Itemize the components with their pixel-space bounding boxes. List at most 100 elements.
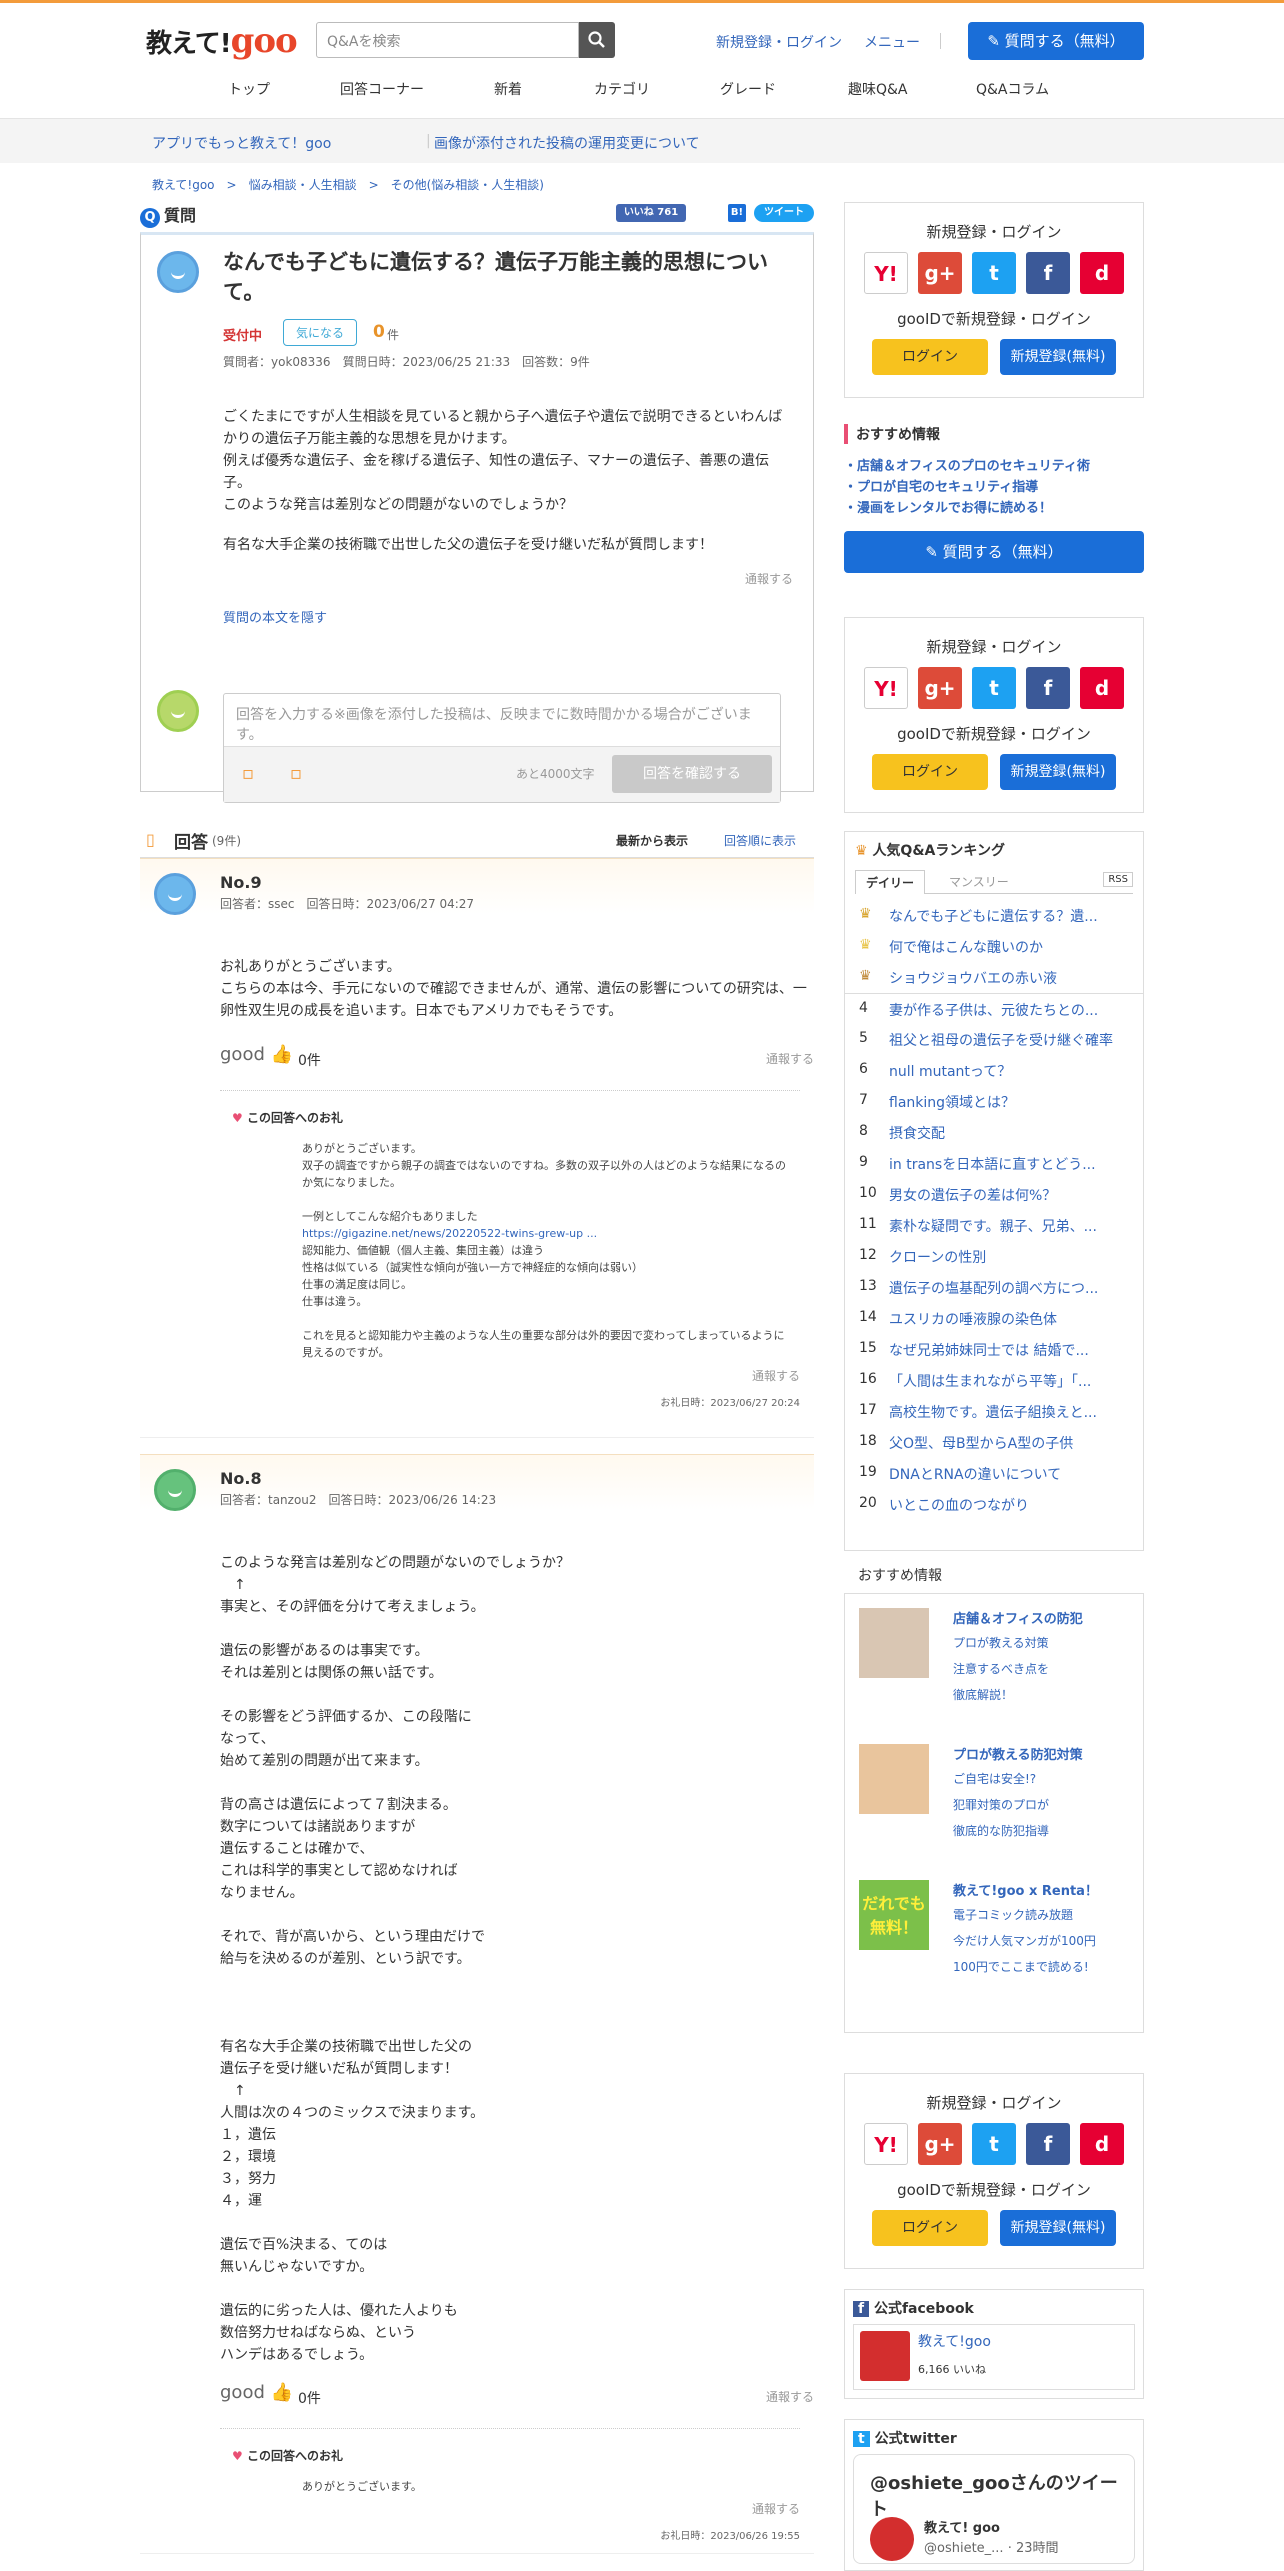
answer-line: １，遺伝 <box>220 2127 276 2143</box>
notice-link[interactable]: 画像が添付された投稿の運用変更について <box>434 133 700 153</box>
nav-top[interactable]: トップ <box>228 79 270 99</box>
ranking-item[interactable]: 6 null mutantって？ <box>845 1055 1143 1086</box>
app-link[interactable]: アプリでもっと教えて！goo <box>152 133 331 153</box>
ranking-item[interactable]: 13 遺伝子の塩基配列の調べ方につ... <box>845 1272 1143 1303</box>
reply-textarea[interactable]: 回答を入力する※画像を添付した投稿は、反映までに数時間かかる場合がございます。 <box>224 694 780 746</box>
emoji-icon[interactable]: ▫ <box>290 763 302 784</box>
recommend-item[interactable]: ・プロが自宅のセキュリティ指導 <box>844 477 1144 498</box>
docomo-login-icon[interactable]: d <box>1080 667 1124 709</box>
tab-monthly[interactable]: マンスリー <box>939 870 1019 893</box>
ask-question-button[interactable]: ✎ 質問する（無料） <box>968 22 1144 60</box>
answer-line: ↑ <box>220 2083 246 2099</box>
user-avatar <box>157 690 199 732</box>
photo <box>859 1744 929 1814</box>
nav-category[interactable]: カテゴリ <box>594 79 650 99</box>
thanks-link[interactable]: https://gigazine.net/news/20220522-twins… <box>302 1225 794 1242</box>
nav-answer[interactable]: 回答コーナー <box>340 79 424 99</box>
nav-new[interactable]: 新着 <box>494 79 522 99</box>
tweet-button[interactable]: ツイート <box>754 204 814 222</box>
report-link[interactable]: 通報する <box>766 1050 814 1067</box>
watch-button[interactable]: 気になる <box>283 319 358 346</box>
google-login-icon[interactable]: g+ <box>918 667 962 709</box>
confirm-answer-button[interactable]: 回答を確認する <box>612 755 772 793</box>
ranking-item[interactable]: 14 ユスリカの唾液腺の染色体 <box>845 1303 1143 1334</box>
recommend2-card: 店舗＆オフィスの防犯 プロが教える対策 注意するべき点を 徹底解説！ プロが教え… <box>844 1593 1144 2033</box>
docomo-login-icon[interactable]: d <box>1080 252 1124 294</box>
login-button[interactable]: ログイン <box>872 339 988 375</box>
report-link[interactable]: 通報する <box>140 2500 800 2517</box>
side-ask-button[interactable]: ✎ 質問する（無料） <box>844 531 1144 573</box>
ranking-item[interactable]: 19 DNAとRNAの違いについて <box>845 1458 1143 1489</box>
recommend-item[interactable]: ・漫画をレンタルでお得に読める！ <box>844 498 1144 519</box>
breadcrumb[interactable]: 教えて!goo > 悩み相談・人生相談 > その他(悩み相談・人生相談) <box>152 176 544 193</box>
recommend2-item[interactable]: 店舗＆オフィスの防犯 プロが教える対策 注意するべき点を 徹底解説！ <box>845 1594 1143 1730</box>
yahoo-login-icon[interactable]: Y! <box>864 252 908 294</box>
facebook-login-icon[interactable]: f <box>1026 667 1070 709</box>
ranking-item[interactable]: 15 なぜ兄弟姉妹同士では 結婚で... <box>845 1334 1143 1365</box>
gooid-text: gooIDで新規登録・ログイン <box>897 310 1091 328</box>
search-input[interactable]: Q&Aを検索 <box>316 22 579 58</box>
yahoo-login-icon[interactable]: Y! <box>864 667 908 709</box>
ranking-item[interactable]: 7 flanking領域とは？ <box>845 1086 1143 1117</box>
answer-body: お礼ありがとうございます。 こちらの本は今、手元にないので確認できませんが、通常、… <box>220 959 807 1019</box>
google-login-icon[interactable]: g+ <box>918 252 962 294</box>
facebook-login-icon[interactable]: f <box>1026 2123 1070 2165</box>
ranking-item[interactable]: 18 父O型、母B型からA型の子供 <box>845 1427 1143 1458</box>
image-icon[interactable]: ▫ <box>242 763 254 784</box>
yahoo-login-icon[interactable]: Y! <box>864 2123 908 2165</box>
search-icon <box>588 31 605 48</box>
twitter-login-icon[interactable]: t <box>972 667 1016 709</box>
nav-hobby[interactable]: 趣味Q&A <box>848 79 908 99</box>
search-button[interactable] <box>579 22 615 58</box>
menu-link[interactable]: メニュー <box>864 32 920 52</box>
recommend-item[interactable]: ・店舗＆オフィスのプロのセキュリティ術 <box>844 456 1144 477</box>
ranking-item[interactable]: 10 男女の遺伝子の差は何%？ <box>845 1179 1143 1210</box>
good-button[interactable]: good 👍 <box>220 2382 293 2403</box>
login-button[interactable]: ログイン <box>872 2210 988 2246</box>
signup-link[interactable]: 新規登録・ログイン <box>716 32 842 52</box>
report-link[interactable]: 通報する <box>223 570 793 587</box>
ranking-item[interactable]: 16 「人間は生まれながら平等」「... <box>845 1365 1143 1396</box>
sort-newest[interactable]: 最新から表示 <box>616 832 688 849</box>
answerer-avatar <box>154 873 196 915</box>
ranking-item[interactable]: 5 祖父と祖母の遺伝子を受け継ぐ確率 <box>845 1024 1143 1055</box>
ranking-item[interactable]: 8 摂食交配 <box>845 1117 1143 1148</box>
sort-order[interactable]: 回答順に表示 <box>724 832 796 849</box>
tab-daily[interactable]: デイリー <box>855 870 926 894</box>
ranking-item[interactable]: 4 妻が作る子供は、元彼たちとの... <box>845 993 1143 1024</box>
recommend2-item[interactable]: だれでも無料！ 教えて!goo x Renta！ 電子コミック読み放題 今だけ人… <box>845 1866 1143 2002</box>
nav-grade[interactable]: グレード <box>720 79 776 99</box>
ranking-item[interactable]: ♛ なんでも子どもに遺伝する？遺... <box>845 900 1143 931</box>
nav-column[interactable]: Q&Aコラム <box>976 79 1049 99</box>
docomo-login-icon[interactable]: d <box>1080 2123 1124 2165</box>
login-button[interactable]: ログイン <box>872 754 988 790</box>
fb-page-name[interactable]: 教えて!goo <box>918 2331 991 2351</box>
ranking-item[interactable]: 20 いとこの血のつながり <box>845 1489 1143 1520</box>
report-link[interactable]: 通報する <box>140 1367 800 1384</box>
logo[interactable]: 教えて!goo <box>146 21 298 61</box>
watch-unit: 件 <box>387 328 400 342</box>
rss-button[interactable]: RSS <box>1103 872 1133 887</box>
like-button[interactable]: いいね 761 <box>616 204 686 222</box>
rank-number: 9 <box>859 1154 868 1170</box>
hide-body-link[interactable]: 質問の本文を隠す <box>223 607 793 626</box>
twitter-login-icon[interactable]: t <box>972 252 1016 294</box>
register-button[interactable]: 新規登録(無料) <box>1000 2210 1116 2246</box>
ranking-title: 祖父と祖母の遺伝子を受け継ぐ確率 <box>889 1033 1113 1049</box>
twitter-login-icon[interactable]: t <box>972 2123 1016 2165</box>
rank-number: 14 <box>859 1309 877 1325</box>
google-login-icon[interactable]: g+ <box>918 2123 962 2165</box>
hatena-button[interactable]: B! <box>728 204 746 222</box>
ranking-item[interactable]: 11 素朴な疑問です。親子、兄弟、... <box>845 1210 1143 1241</box>
ranking-item[interactable]: ♛ ショウジョウバエの赤い液 <box>845 962 1143 993</box>
ranking-item[interactable]: 9 in transを日本語に直すとどう... <box>845 1148 1143 1179</box>
register-button[interactable]: 新規登録(無料) <box>1000 339 1116 375</box>
ranking-item[interactable]: 12 クローンの性別 <box>845 1241 1143 1272</box>
ranking-item[interactable]: 17 高校生物です。遺伝子組換えと... <box>845 1396 1143 1427</box>
ranking-item[interactable]: ♛ 何で俺はこんな醜いのか <box>845 931 1143 962</box>
facebook-login-icon[interactable]: f <box>1026 252 1070 294</box>
recommend2-item[interactable]: プロが教える防犯対策 ご自宅は安全!? 犯罪対策のプロが 徹底的な防犯指導 <box>845 1730 1143 1866</box>
good-button[interactable]: good 👍 <box>220 1044 293 1065</box>
report-link[interactable]: 通報する <box>766 2388 814 2405</box>
register-button[interactable]: 新規登録(無料) <box>1000 754 1116 790</box>
